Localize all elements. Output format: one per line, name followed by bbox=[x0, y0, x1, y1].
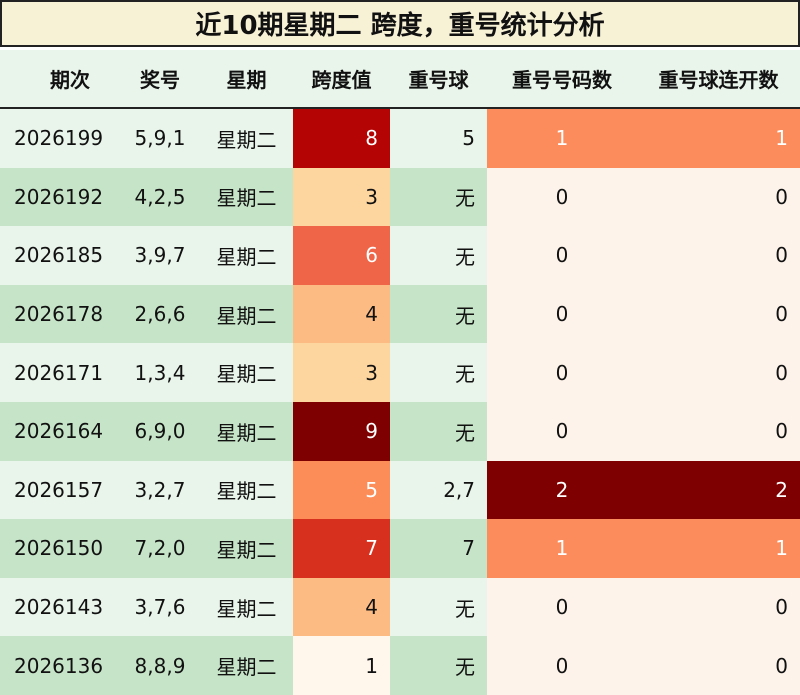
cell-day: 星期二 bbox=[200, 226, 293, 285]
cell-span: 8 bbox=[293, 108, 390, 168]
cell-numbers: 5,9,1 bbox=[120, 108, 200, 168]
cell-period: 2026136 bbox=[0, 636, 120, 695]
cell-repeat-consec: 0 bbox=[637, 636, 800, 695]
cell-period: 2026185 bbox=[0, 226, 120, 285]
page-title: 近10期星期二 跨度，重号统计分析 bbox=[0, 0, 800, 47]
table-row: 2026164 6,9,0 星期二 9 无 0 0 bbox=[0, 401, 800, 461]
cell-day: 星期二 bbox=[200, 108, 293, 168]
cell-repeat-count: 2 bbox=[487, 460, 637, 520]
cell-repeat-balls: 无 bbox=[390, 343, 487, 402]
table-row: 2026136 8,8,9 星期二 1 无 0 0 bbox=[0, 636, 800, 695]
cell-span: 6 bbox=[293, 226, 390, 285]
cell-day: 星期二 bbox=[200, 167, 293, 227]
header-period: 期次 bbox=[0, 50, 120, 109]
cell-numbers: 7,2,0 bbox=[120, 519, 200, 578]
cell-span: 4 bbox=[293, 284, 390, 344]
cell-repeat-count: 1 bbox=[487, 519, 637, 578]
table-row: 2026157 3,2,7 星期二 5 2,7 2 2 bbox=[0, 460, 800, 520]
cell-repeat-count: 0 bbox=[487, 343, 637, 402]
cell-day: 星期二 bbox=[200, 401, 293, 461]
cell-day: 星期二 bbox=[200, 636, 293, 695]
cell-repeat-balls: 5 bbox=[390, 108, 487, 168]
cell-numbers: 1,3,4 bbox=[120, 343, 200, 402]
header-repeat-balls: 重号球 bbox=[390, 50, 487, 109]
cell-period: 2026199 bbox=[0, 108, 120, 168]
cell-numbers: 3,7,6 bbox=[120, 577, 200, 637]
cell-repeat-count: 0 bbox=[487, 401, 637, 461]
table-row: 2026143 3,7,6 星期二 4 无 0 0 bbox=[0, 577, 800, 637]
cell-repeat-count: 0 bbox=[487, 636, 637, 695]
cell-numbers: 6,9,0 bbox=[120, 401, 200, 461]
cell-repeat-balls: 无 bbox=[390, 401, 487, 461]
cell-numbers: 4,2,5 bbox=[120, 167, 200, 227]
cell-span: 3 bbox=[293, 167, 390, 227]
header-day: 星期 bbox=[200, 50, 293, 109]
cell-span: 5 bbox=[293, 460, 390, 520]
cell-span: 9 bbox=[293, 401, 390, 461]
header-repeat-consec: 重号球连开数 bbox=[637, 50, 800, 109]
cell-repeat-balls: 7 bbox=[390, 519, 487, 578]
table-row: 2026178 2,6,6 星期二 4 无 0 0 bbox=[0, 284, 800, 344]
cell-period: 2026157 bbox=[0, 460, 120, 520]
cell-day: 星期二 bbox=[200, 577, 293, 637]
cell-repeat-count: 1 bbox=[487, 108, 637, 168]
cell-day: 星期二 bbox=[200, 284, 293, 344]
cell-repeat-balls: 无 bbox=[390, 284, 487, 344]
table-row: 2026192 4,2,5 星期二 3 无 0 0 bbox=[0, 167, 800, 227]
cell-repeat-balls: 无 bbox=[390, 167, 487, 227]
cell-repeat-count: 0 bbox=[487, 226, 637, 285]
cell-span: 4 bbox=[293, 577, 390, 637]
cell-repeat-balls: 无 bbox=[390, 226, 487, 285]
cell-span: 1 bbox=[293, 636, 390, 695]
cell-period: 2026164 bbox=[0, 401, 120, 461]
cell-span: 7 bbox=[293, 519, 390, 578]
cell-day: 星期二 bbox=[200, 460, 293, 520]
cell-repeat-consec: 0 bbox=[637, 284, 800, 344]
header-row: 期次 奖号 星期 跨度值 重号球 重号号码数 重号球连开数 bbox=[0, 50, 800, 109]
cell-period: 2026150 bbox=[0, 519, 120, 578]
table-row: 2026185 3,9,7 星期二 6 无 0 0 bbox=[0, 226, 800, 285]
table-row: 2026199 5,9,1 星期二 8 5 1 1 bbox=[0, 108, 800, 168]
cell-repeat-balls: 2,7 bbox=[390, 460, 487, 520]
cell-repeat-consec: 0 bbox=[637, 167, 800, 227]
cell-repeat-balls: 无 bbox=[390, 577, 487, 637]
cell-repeat-count: 0 bbox=[487, 284, 637, 344]
cell-repeat-balls: 无 bbox=[390, 636, 487, 695]
cell-period: 2026192 bbox=[0, 167, 120, 227]
cell-span: 3 bbox=[293, 343, 390, 402]
cell-repeat-count: 0 bbox=[487, 167, 637, 227]
cell-period: 2026143 bbox=[0, 577, 120, 637]
cell-day: 星期二 bbox=[200, 343, 293, 402]
header-span: 跨度值 bbox=[293, 50, 390, 109]
cell-repeat-consec: 0 bbox=[637, 401, 800, 461]
header-numbers: 奖号 bbox=[120, 50, 200, 109]
cell-numbers: 2,6,6 bbox=[120, 284, 200, 344]
cell-repeat-consec: 2 bbox=[637, 460, 800, 520]
cell-repeat-consec: 0 bbox=[637, 343, 800, 402]
cell-numbers: 3,2,7 bbox=[120, 460, 200, 520]
cell-period: 2026178 bbox=[0, 284, 120, 344]
stats-panel: 近10期星期二 跨度，重号统计分析 期次 奖号 星期 跨度值 重号球 重号号码数… bbox=[0, 0, 800, 695]
header-repeat-count: 重号号码数 bbox=[487, 50, 637, 109]
cell-numbers: 8,8,9 bbox=[120, 636, 200, 695]
cell-numbers: 3,9,7 bbox=[120, 226, 200, 285]
cell-period: 2026171 bbox=[0, 343, 120, 402]
stats-table: 期次 奖号 星期 跨度值 重号球 重号号码数 重号球连开数 2026199 5,9… bbox=[0, 50, 800, 695]
table-row: 2026150 7,2,0 星期二 7 7 1 1 bbox=[0, 519, 800, 578]
cell-repeat-consec: 0 bbox=[637, 226, 800, 285]
cell-repeat-count: 0 bbox=[487, 577, 637, 637]
cell-repeat-consec: 1 bbox=[637, 108, 800, 168]
cell-repeat-consec: 1 bbox=[637, 519, 800, 578]
table-row: 2026171 1,3,4 星期二 3 无 0 0 bbox=[0, 343, 800, 402]
cell-day: 星期二 bbox=[200, 519, 293, 578]
cell-repeat-consec: 0 bbox=[637, 577, 800, 637]
